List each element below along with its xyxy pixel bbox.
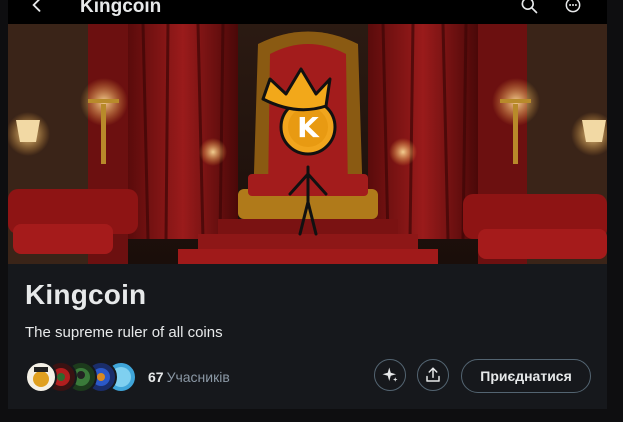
join-button[interactable]: Приєднатися	[461, 359, 591, 393]
more-icon	[565, 0, 581, 13]
arrow-left-icon	[32, 0, 41, 12]
member-count-number: 67	[148, 369, 164, 385]
community-page: Kingcoin K Kingcoin The supreme ruler of…	[8, 0, 607, 422]
coin-letter: K	[297, 111, 320, 144]
search-button[interactable]	[516, 0, 542, 18]
page-title: Kingcoin	[80, 0, 162, 17]
community-description: The supreme ruler of all coins	[25, 324, 223, 341]
community-name: Kingcoin	[25, 279, 147, 310]
more-button[interactable]	[560, 0, 586, 18]
back-button[interactable]	[24, 0, 50, 18]
grok-button[interactable]	[374, 359, 406, 391]
avatar	[25, 361, 57, 393]
sparkle-icon	[382, 367, 398, 382]
search-icon	[521, 0, 538, 14]
community-banner: K	[8, 24, 607, 264]
share-button[interactable]	[417, 359, 449, 391]
member-count[interactable]: 67 Учасників	[148, 369, 230, 385]
divider	[8, 409, 607, 422]
member-count-label: Учасників	[166, 369, 230, 385]
member-avatars[interactable]	[25, 361, 145, 393]
share-icon	[426, 367, 440, 382]
top-bar: Kingcoin	[8, 0, 607, 24]
